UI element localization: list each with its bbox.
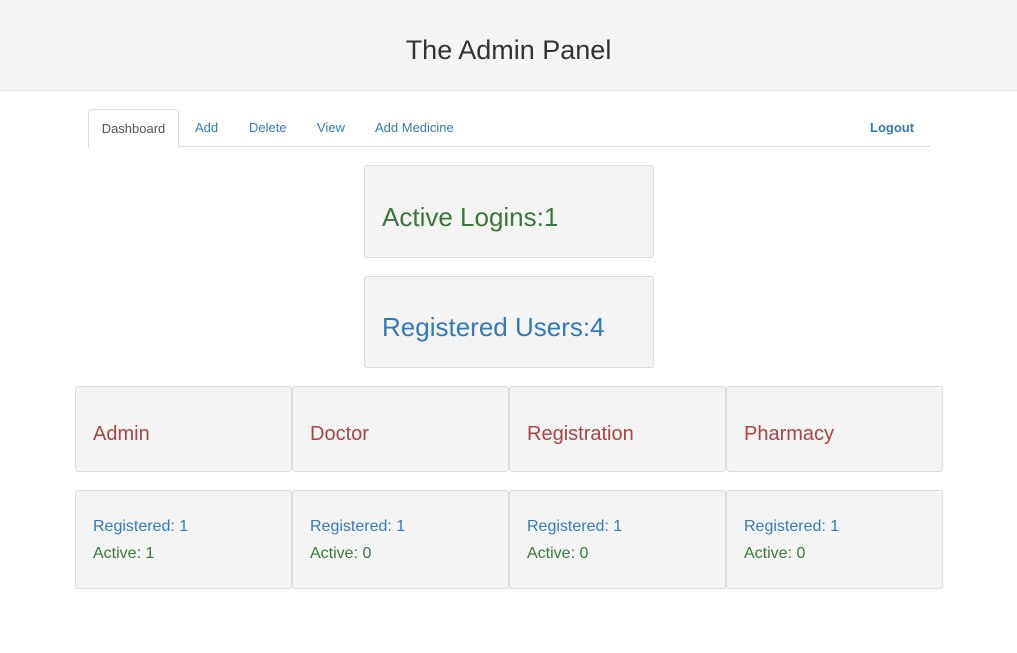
- active-count: Active: 0: [527, 545, 589, 562]
- role-panel-doctor: Doctor: [292, 386, 509, 472]
- tab-add[interactable]: Add: [195, 109, 218, 147]
- logout-link[interactable]: Logout: [870, 109, 914, 147]
- page-title: The Admin Panel: [405, 35, 612, 65]
- role-stats-admin: Registered: 1 Active: 1: [75, 490, 292, 589]
- registered-count: Registered: 1: [744, 518, 840, 535]
- registered-users-stat: Registered Users:4: [382, 312, 605, 342]
- active-count: Active: 0: [310, 545, 372, 562]
- role-title: Pharmacy: [744, 423, 835, 445]
- registered-users-panel: Registered Users:4: [364, 276, 654, 368]
- tab-dashboard[interactable]: Dashboard: [88, 109, 179, 148]
- role-panel-pharmacy: Pharmacy: [726, 386, 943, 472]
- tab-delete[interactable]: Delete: [249, 109, 287, 147]
- role-stats-doctor: Registered: 1 Active: 0: [292, 490, 509, 589]
- registered-count: Registered: 1: [93, 518, 189, 535]
- role-title: Registration: [527, 423, 634, 445]
- active-count: Active: 1: [93, 545, 155, 562]
- registered-count: Registered: 1: [310, 518, 406, 535]
- active-logins-stat: Active Logins:1: [382, 202, 559, 232]
- role-title: Doctor: [310, 423, 369, 445]
- role-stats-pharmacy: Registered: 1 Active: 0: [726, 490, 943, 589]
- role-stats-registration: Registered: 1 Active: 0: [509, 490, 726, 589]
- tab-add-medicine[interactable]: Add Medicine: [375, 109, 454, 147]
- role-panel-registration: Registration: [509, 386, 726, 472]
- page-header: The Admin Panel: [0, 0, 1017, 91]
- nav-tabs: Dashboard Add Delete View Add Medicine L…: [88, 109, 930, 148]
- role-panel-admin: Admin: [75, 386, 292, 472]
- registered-count: Registered: 1: [527, 518, 623, 535]
- active-count: Active: 0: [744, 545, 806, 562]
- tab-view[interactable]: View: [317, 109, 345, 147]
- active-logins-panel: Active Logins:1: [364, 165, 654, 258]
- role-title: Admin: [93, 423, 150, 445]
